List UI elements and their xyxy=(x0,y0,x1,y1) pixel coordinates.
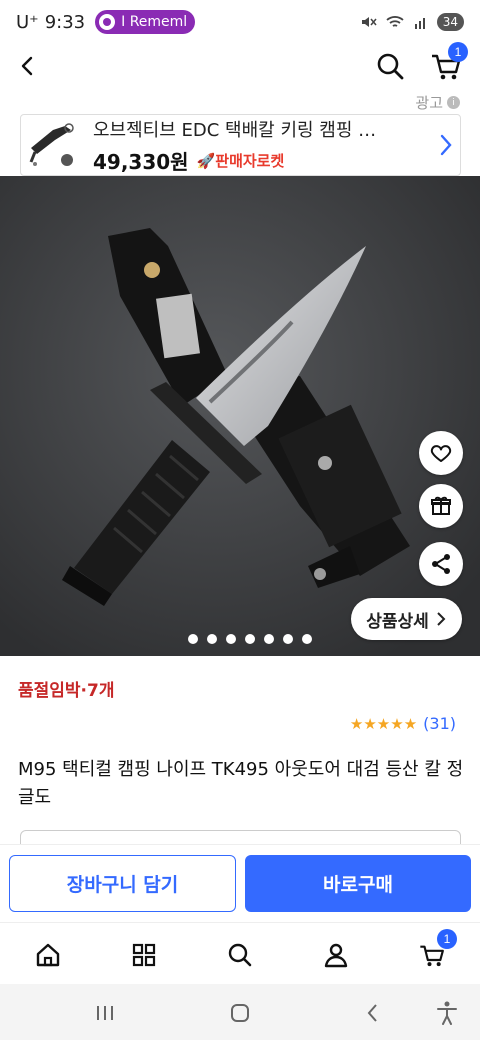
page-dot[interactable] xyxy=(264,634,274,644)
ad-text: 오브젝티브 EDC 택배칼 키링 캠핑 … 49,330원 🚀판매자로켓 xyxy=(93,116,432,175)
tab-search[interactable] xyxy=(220,935,260,975)
purchase-action-bar: 장바구니 담기 바로구매 xyxy=(0,844,480,922)
buy-now-button[interactable]: 바로구매 xyxy=(245,855,471,912)
mute-icon xyxy=(361,17,377,27)
chevron-right-icon xyxy=(440,134,452,156)
system-back-button[interactable] xyxy=(358,998,388,1028)
rocket-icon: 🚀 xyxy=(196,151,216,170)
add-to-cart-button[interactable]: 장바구니 담기 xyxy=(9,855,236,912)
tab-my-page[interactable] xyxy=(316,935,356,975)
page-dot[interactable] xyxy=(226,634,236,644)
ad-chevron xyxy=(432,125,460,165)
product-title: M95 택티컬 캠핑 나이프 TK495 아웃도어 대검 등산 칼 정글도 xyxy=(18,759,464,808)
accessibility-icon xyxy=(437,1001,457,1025)
info-icon[interactable]: i xyxy=(447,96,460,109)
product-detail-button[interactable]: 상품상세 xyxy=(351,598,462,640)
wishlist-button[interactable] xyxy=(419,431,463,475)
page-dot[interactable] xyxy=(207,634,217,644)
stock-notice: 품절임박·7개 xyxy=(18,681,115,701)
ad-product-thumbnail xyxy=(25,118,81,172)
ad-banner[interactable]: 오브젝티브 EDC 택배칼 키링 캠핑 … 49,330원 🚀판매자로켓 xyxy=(20,114,461,176)
record-icon xyxy=(99,14,116,30)
home-system-button[interactable] xyxy=(225,998,255,1028)
ad-label: 광고 i xyxy=(415,92,460,113)
seller-rocket-label: 판매자로켓 xyxy=(215,151,285,170)
knife-photo xyxy=(0,176,480,656)
signal-icon xyxy=(414,18,425,29)
page-dot[interactable] xyxy=(188,634,198,644)
clock: 9:33 xyxy=(44,11,86,33)
grid-icon xyxy=(132,943,156,967)
home-icon xyxy=(36,943,60,967)
search-icon xyxy=(228,943,252,967)
system-navigation-bar xyxy=(0,984,480,1040)
status-icons: 34 xyxy=(359,13,464,31)
ad-label-text: 광고 xyxy=(415,94,443,112)
rating[interactable]: ★★★★★ (31) xyxy=(350,714,456,733)
product-image[interactable] xyxy=(0,176,480,656)
cart-badge: 1 xyxy=(448,42,468,62)
wifi-icon xyxy=(386,16,404,27)
carrier: U⁺ xyxy=(16,11,39,33)
product-detail-label: 상품상세 xyxy=(366,611,429,632)
search-button[interactable] xyxy=(372,48,408,84)
image-pagination xyxy=(188,634,312,644)
tab-home[interactable] xyxy=(28,935,68,975)
accessibility-button[interactable] xyxy=(432,998,462,1028)
chevron-left-icon xyxy=(367,1004,377,1022)
notification-pill-label: I Rememl xyxy=(121,14,188,30)
bottom-tab-bar: 1 xyxy=(0,922,480,984)
user-icon xyxy=(324,943,348,968)
gift-icon xyxy=(431,496,451,515)
ad-price-row: 49,330원 🚀판매자로켓 xyxy=(93,146,432,175)
ad-price: 49,330원 xyxy=(93,149,189,174)
status-bar: U⁺ 9:33 I Rememl 34 xyxy=(0,0,480,44)
back-button[interactable] xyxy=(10,48,46,84)
page-dot[interactable] xyxy=(283,634,293,644)
heart-icon xyxy=(430,445,452,462)
cart-button[interactable]: 1 xyxy=(428,42,468,84)
recent-apps-button[interactable] xyxy=(90,998,120,1028)
rating-stars: ★★★★★ xyxy=(349,714,418,733)
home-circle-icon xyxy=(231,1004,249,1022)
notification-pill[interactable]: I Rememl xyxy=(95,10,196,34)
seller-rocket-badge: 🚀판매자로켓 xyxy=(197,150,285,171)
cart-badge: 1 xyxy=(437,929,457,949)
chevron-left-icon xyxy=(21,56,33,76)
recent-apps-icon xyxy=(97,1006,113,1020)
tab-cart[interactable]: 1 xyxy=(412,929,457,975)
chevron-right-icon xyxy=(437,612,446,626)
gift-button[interactable] xyxy=(419,484,463,528)
review-count[interactable]: (31) xyxy=(423,714,456,733)
tab-categories[interactable] xyxy=(124,935,164,975)
search-icon xyxy=(377,53,404,80)
product-page: U⁺ 9:33 I Rememl 34 1 광고 i 오브젝티브 EDC 택배칼… xyxy=(0,0,480,1040)
app-header: 1 xyxy=(0,42,480,88)
page-dot[interactable] xyxy=(302,634,312,644)
share-icon xyxy=(432,554,450,574)
ad-title: 오브젝티브 EDC 택배칼 키링 캠핑 … xyxy=(93,119,377,141)
share-button[interactable] xyxy=(419,542,463,586)
page-dot[interactable] xyxy=(245,634,255,644)
battery-level: 34 xyxy=(436,13,464,31)
